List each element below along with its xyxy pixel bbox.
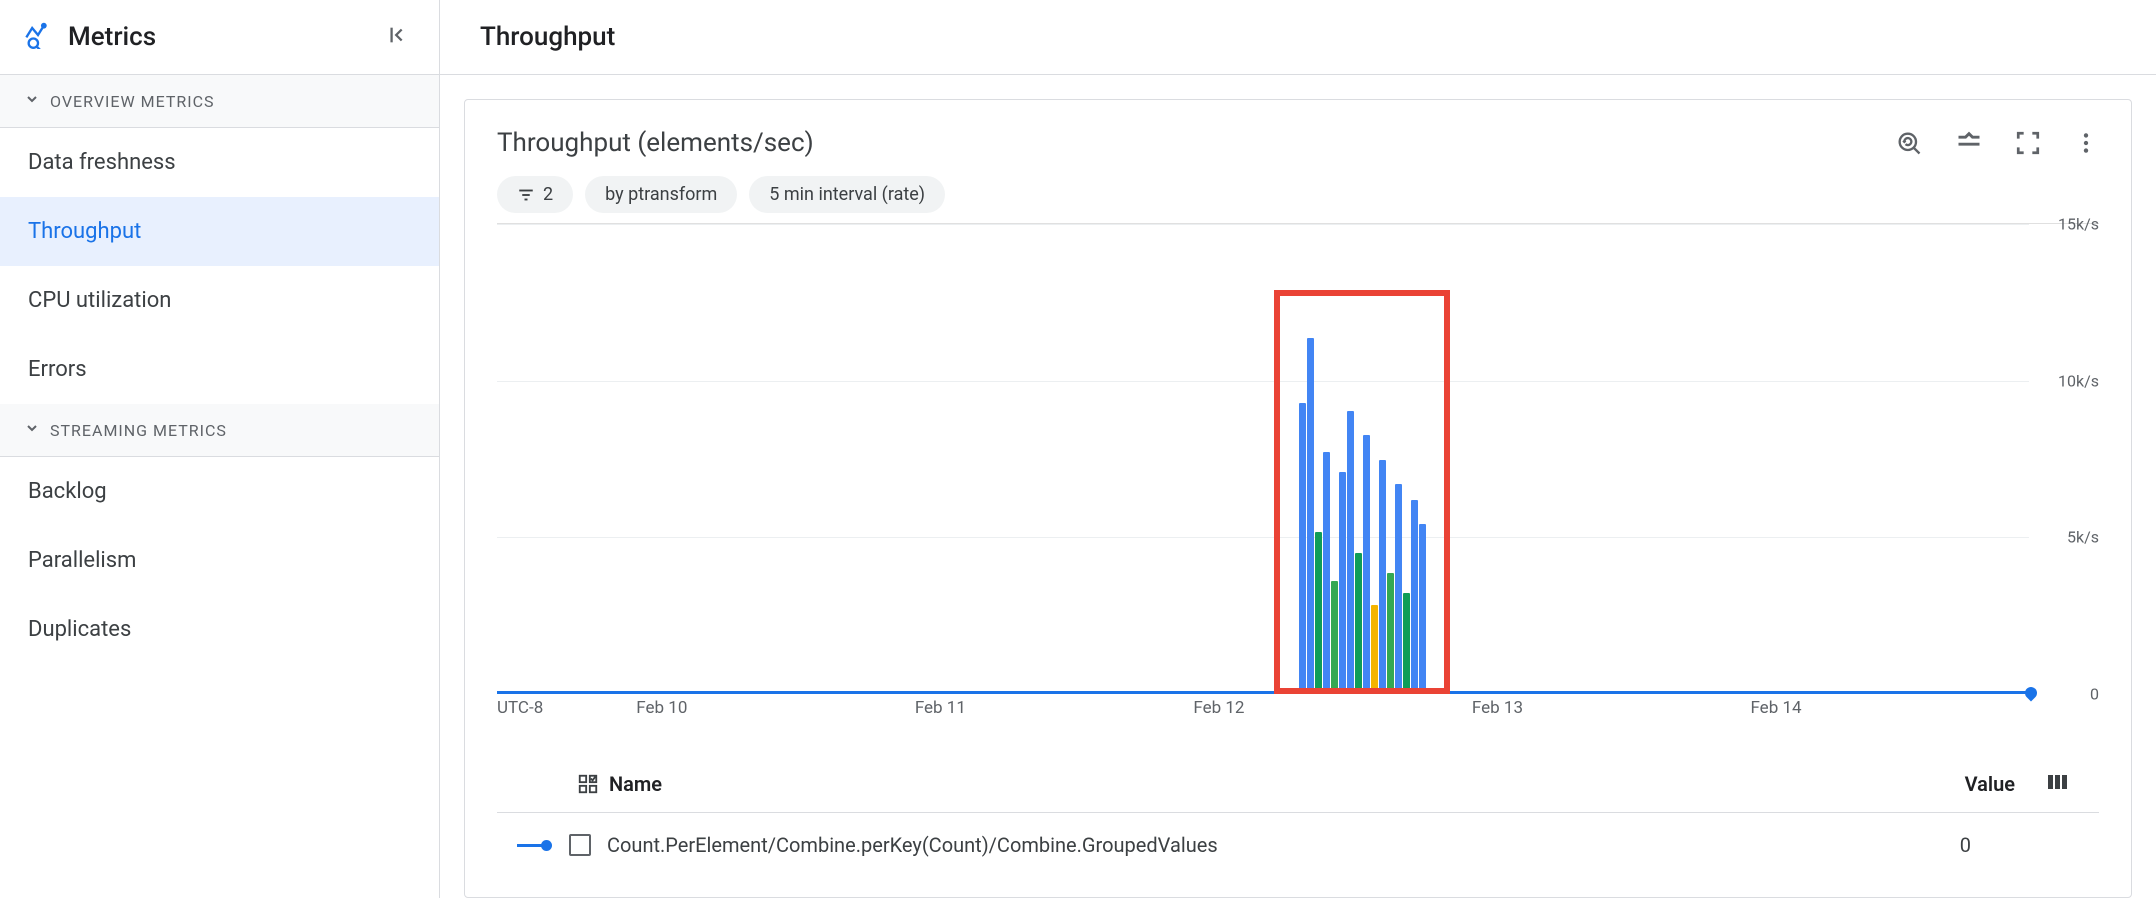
chart-filter-chips: 2 by ptransform 5 min interval (rate) [497,176,2099,213]
value-column-header[interactable]: Value [1965,772,2015,796]
legend-toggle-button[interactable] [1955,129,1983,157]
nav-data-freshness[interactable]: Data freshness [0,128,439,197]
sidebar: Metrics OVERVIEW METRICS Data freshness … [0,0,440,898]
filter-icon [517,186,535,204]
chevron-down-icon [24,91,40,111]
sidebar-header: Metrics [0,0,439,75]
nav-cpu-utilization[interactable]: CPU utilization [0,266,439,335]
chart-baseline [497,691,2029,694]
x-tick: Feb 13 [1472,698,1751,718]
series-checkbox[interactable] [569,834,591,856]
y-tick: 15k/s [2058,215,2099,234]
x-tick: Feb 14 [1750,698,2029,718]
filter-count: 2 [543,184,553,205]
more-options-button[interactable] [2073,130,2099,156]
nav-parallelism[interactable]: Parallelism [0,526,439,595]
columns-icon[interactable] [2045,770,2069,798]
filter-count-chip[interactable]: 2 [497,176,573,213]
section-streaming-metrics[interactable]: STREAMING METRICS [0,404,439,457]
page-title: Throughput [440,0,2156,75]
x-tick: Feb 12 [1193,698,1472,718]
gridline [497,381,2029,382]
chart-x-axis: UTC-8 Feb 10 Feb 11 Feb 12 Feb 13 Feb 14 [497,698,2099,718]
chart-plot-area[interactable]: 15k/s 10k/s 5k/s 0 [497,223,2099,694]
chart-title: Throughput (elements/sec) [497,128,1895,158]
gridline [497,224,2029,225]
fullscreen-button[interactable] [2015,130,2041,156]
nav-duplicates[interactable]: Duplicates [0,595,439,664]
section-overview-metrics[interactable]: OVERVIEW METRICS [0,75,439,128]
collapse-sidebar-button[interactable] [381,18,415,56]
metrics-icon [24,21,52,53]
name-header-text: Name [609,772,662,796]
y-tick: 10k/s [2058,371,2099,390]
nav-throughput[interactable]: Throughput [0,197,439,266]
sidebar-title: Metrics [68,22,365,52]
legend-table-header: Name Value [497,748,2099,813]
nav-errors[interactable]: Errors [0,335,439,404]
grid-icon [577,773,599,795]
nav-backlog[interactable]: Backlog [0,457,439,526]
series-color-swatch [511,844,553,847]
y-tick: 0 [2090,685,2099,704]
name-column-header[interactable]: Name [577,772,1965,796]
throughput-chart-card: Throughput (elements/sec) [464,99,2132,898]
group-by-chip[interactable]: by ptransform [585,176,737,213]
chart-data-cluster [1298,290,1426,694]
series-name: Count.PerElement/Combine.perKey(Count)/C… [607,833,1944,857]
section-label: OVERVIEW METRICS [50,92,215,111]
timezone-label: UTC-8 [497,698,636,718]
gridline [497,537,2029,538]
y-tick: 5k/s [2067,528,2099,547]
interval-chip[interactable]: 5 min interval (rate) [749,176,945,213]
x-tick: Feb 11 [915,698,1194,718]
reset-zoom-button[interactable] [1895,129,1923,157]
section-label: STREAMING METRICS [50,421,227,440]
chart-actions [1895,129,2099,157]
main-content: Throughput Throughput (elements/sec) [440,0,2156,898]
chart-title-row: Throughput (elements/sec) [497,128,2099,158]
series-value: 0 [1960,833,1971,857]
x-tick: Feb 10 [636,698,915,718]
chevron-down-icon [24,420,40,440]
table-row[interactable]: Count.PerElement/Combine.perKey(Count)/C… [497,813,2099,877]
